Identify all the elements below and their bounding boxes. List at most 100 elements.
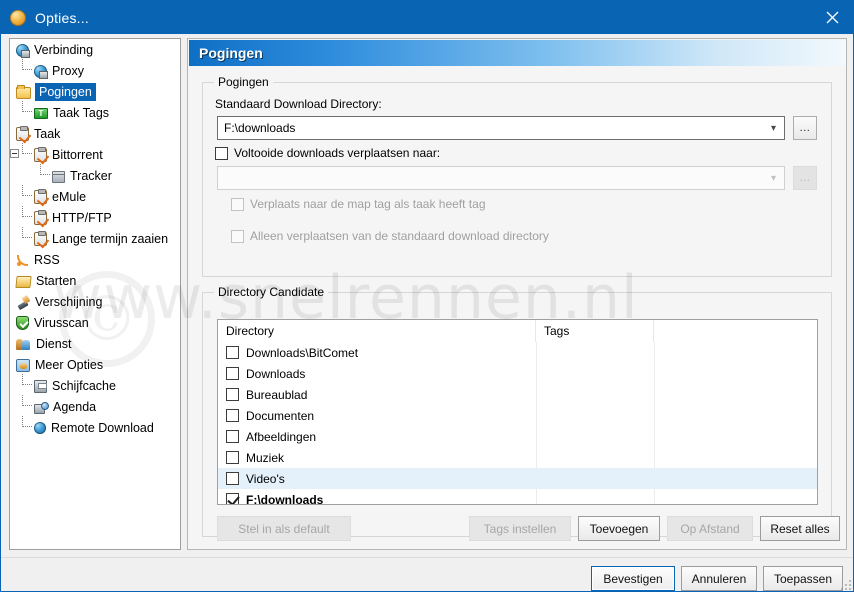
clipboard-icon bbox=[34, 231, 47, 246]
sidebar-item-verschijning[interactable]: Verschijning bbox=[10, 291, 180, 312]
tag-icon: T bbox=[34, 108, 48, 119]
sidebar-item-lange-termijn-zaaien[interactable]: Lange termijn zaaien bbox=[10, 227, 180, 249]
column-header-directory[interactable]: Directory bbox=[218, 320, 536, 342]
move-completed-downloads-checkbox[interactable]: Voltooide downloads verplaatsen naar: bbox=[215, 146, 440, 160]
row-directory-label: Afbeeldingen bbox=[246, 429, 317, 444]
start-folder-icon bbox=[15, 275, 32, 288]
dialog-footer: Bevestigen Annuleren Toepassen bbox=[1, 558, 853, 591]
chevron-down-icon: ▾ bbox=[770, 172, 776, 184]
clipboard-icon bbox=[34, 210, 47, 225]
settings-tree[interactable]: Verbinding Proxy Pogingen T Taak Tags Taak Bit… bbox=[9, 38, 181, 550]
sidebar-item-remote-download[interactable]: Remote Download bbox=[10, 416, 180, 438]
page-banner: Pogingen bbox=[189, 40, 846, 66]
move-completed-directory-browse-button: ... bbox=[793, 166, 817, 190]
box-icon bbox=[52, 170, 65, 183]
cancel-button[interactable]: Annuleren bbox=[681, 566, 757, 591]
sidebar-item-schijfcache[interactable]: Schijfcache bbox=[10, 374, 180, 396]
table-row[interactable]: Bureaublad bbox=[218, 384, 817, 405]
move-completed-directory-combo[interactable]: ▾ bbox=[217, 166, 785, 190]
tree-connector bbox=[22, 416, 32, 427]
sidebar-item-agenda[interactable]: Agenda bbox=[10, 395, 180, 417]
add-button[interactable]: Toevoegen bbox=[578, 516, 660, 541]
table-row[interactable]: Downloads bbox=[218, 363, 817, 384]
agenda-icon bbox=[34, 401, 49, 414]
sidebar-item-taak-tags[interactable]: T Taak Tags bbox=[10, 101, 180, 123]
table-row[interactable]: F:\downloads bbox=[218, 489, 817, 505]
title-bar: Opties... bbox=[1, 1, 853, 34]
sidebar-item-proxy[interactable]: Proxy bbox=[10, 59, 180, 81]
tree-expander-icon[interactable] bbox=[10, 149, 19, 158]
table-row[interactable]: Video's bbox=[218, 468, 817, 489]
table-row[interactable]: Afbeeldingen bbox=[218, 426, 817, 447]
row-checkbox[interactable] bbox=[226, 472, 239, 485]
window-title: Opties... bbox=[35, 9, 89, 26]
sidebar-item-bittorrent[interactable]: Bittorrent bbox=[10, 143, 180, 165]
tree-connector bbox=[22, 206, 32, 217]
sidebar-item-taak[interactable]: Taak bbox=[10, 123, 180, 144]
sidebar-item-tracker[interactable]: Tracker bbox=[10, 164, 180, 186]
remote-button: Op Afstand bbox=[667, 516, 753, 541]
row-checkbox[interactable] bbox=[226, 493, 239, 504]
table-row[interactable]: Documenten bbox=[218, 405, 817, 426]
move-to-tag-folder-label: Verplaats naar de map tag als taak heeft… bbox=[250, 197, 486, 211]
resize-grip-icon[interactable] bbox=[840, 579, 852, 591]
clipboard-icon bbox=[34, 189, 47, 204]
reset-all-button[interactable]: Reset alles bbox=[760, 516, 840, 541]
clipboard-icon bbox=[16, 126, 29, 141]
row-directory-label: Documenten bbox=[246, 408, 315, 423]
shield-icon bbox=[16, 316, 29, 330]
sidebar-item-http-ftp[interactable]: HTTP/FTP bbox=[10, 206, 180, 228]
row-checkbox[interactable] bbox=[226, 451, 239, 464]
table-row[interactable]: Downloads\BitComet bbox=[218, 342, 817, 363]
set-tags-button: Tags instellen bbox=[469, 516, 571, 541]
checkbox-box bbox=[231, 229, 244, 243]
clipboard-icon bbox=[34, 147, 47, 162]
list-rows: Downloads\BitComet Downloads Bureaublad Doc… bbox=[218, 342, 817, 505]
sidebar-item-label: Meer Opties bbox=[35, 357, 104, 372]
checkbox-box bbox=[231, 197, 244, 211]
apply-button[interactable]: Toepassen bbox=[763, 566, 843, 591]
sidebar-item-label: Tracker bbox=[70, 168, 112, 183]
sidebar-item-dienst[interactable]: Dienst bbox=[10, 333, 180, 354]
sidebar-item-label: Schijfcache bbox=[52, 378, 116, 393]
globe-monitor-icon bbox=[34, 64, 48, 79]
move-to-tag-folder-checkbox: Verplaats naar de map tag als taak heeft… bbox=[231, 197, 486, 211]
monitor-icon bbox=[21, 49, 30, 58]
sidebar-item-label: Lange termijn zaaien bbox=[52, 231, 169, 246]
sidebar-item-label: Remote Download bbox=[51, 420, 154, 435]
row-checkbox[interactable] bbox=[226, 409, 239, 422]
sidebar-item-label: Verbinding bbox=[34, 42, 94, 57]
only-from-default-directory-checkbox: Alleen verplaatsen van de standaard down… bbox=[231, 229, 549, 243]
default-download-directory-combo[interactable]: F:\downloads ▾ bbox=[217, 116, 785, 140]
sidebar-item-virusscan[interactable]: Virusscan bbox=[10, 312, 180, 333]
row-checkbox[interactable] bbox=[226, 430, 239, 443]
sidebar-item-rss[interactable]: RSS bbox=[10, 249, 180, 270]
close-icon[interactable] bbox=[809, 1, 853, 34]
sidebar-item-meer-opties[interactable]: Meer Opties bbox=[10, 354, 180, 375]
sidebar-item-pogingen[interactable]: Pogingen bbox=[10, 81, 180, 102]
column-header-tags[interactable]: Tags bbox=[536, 320, 654, 342]
sidebar-item-starten[interactable]: Starten bbox=[10, 270, 180, 291]
table-row[interactable]: Muziek bbox=[218, 447, 817, 468]
default-download-directory-label: Standaard Download Directory: bbox=[215, 97, 382, 111]
list-header: Directory Tags bbox=[218, 320, 817, 342]
tree-connector bbox=[22, 101, 32, 112]
tree-connector bbox=[22, 143, 32, 154]
row-directory-label: Downloads bbox=[246, 366, 306, 381]
default-download-directory-browse-button[interactable]: ... bbox=[793, 116, 817, 140]
row-checkbox[interactable] bbox=[226, 367, 239, 380]
sidebar-item-label: Pogingen bbox=[35, 82, 96, 101]
only-from-default-directory-label: Alleen verplaatsen van de standaard down… bbox=[250, 229, 549, 243]
group-pogingen-title: Pogingen bbox=[214, 75, 273, 89]
sidebar-item-verbinding[interactable]: Verbinding bbox=[10, 39, 180, 60]
sidebar-item-label: Proxy bbox=[52, 63, 84, 78]
row-checkbox[interactable] bbox=[226, 346, 239, 359]
row-directory-label: Bureaublad bbox=[246, 387, 308, 402]
row-checkbox[interactable] bbox=[226, 388, 239, 401]
row-directory-label: F:\downloads bbox=[246, 492, 324, 505]
settings-content-panel: Pogingen Pogingen Standaard Download Dir… bbox=[187, 38, 847, 550]
folder-icon bbox=[16, 84, 31, 99]
confirm-button[interactable]: Bevestigen bbox=[591, 566, 675, 591]
sidebar-item-emule[interactable]: eMule bbox=[10, 185, 180, 207]
directory-candidate-list[interactable]: Directory Tags Downloads\BitComet Downloa… bbox=[217, 319, 818, 505]
